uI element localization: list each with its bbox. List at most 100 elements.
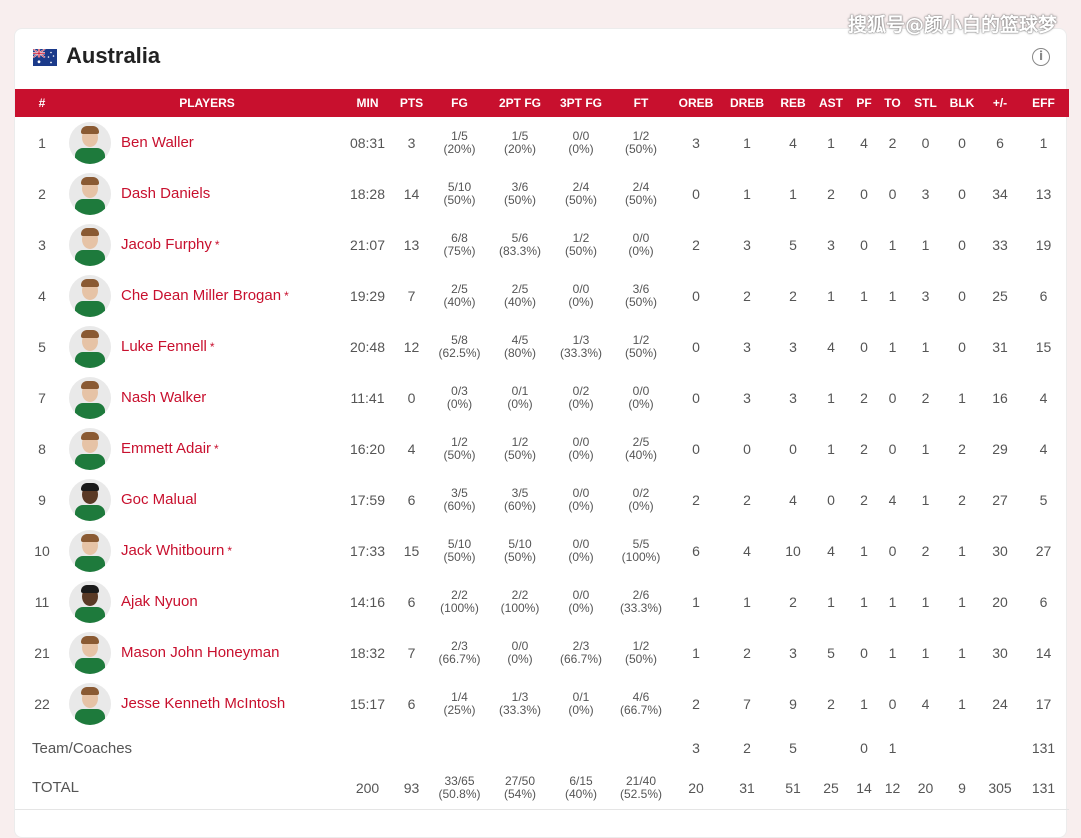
points-cell: 12 <box>403 338 420 355</box>
stl-cell <box>909 729 942 767</box>
blk-cell: 0 <box>958 134 966 151</box>
player-row[interactable]: 1 Ben Waller 08:31 3 1/5 (20%) 1/5 (20%) 0/0 (0%)… <box>15 117 1069 168</box>
player-info: Ben Waller <box>69 121 345 164</box>
player-row[interactable]: 22 Jesse Kenneth McIntosh 15:17 6 1/4 (25%) 1/… <box>15 678 1069 729</box>
player-cell: Luke Fennell * <box>69 321 345 372</box>
info-icon[interactable]: i <box>1032 48 1050 66</box>
jersey-number: 3 <box>38 236 46 253</box>
player-name-link[interactable]: Mason John Honeyman <box>121 644 279 661</box>
player-avatar[interactable] <box>69 427 111 470</box>
pf-cell: 2 <box>860 491 868 508</box>
oreb-cell: 0 <box>692 287 700 304</box>
fg3-cell-percent: (66.7%) <box>559 651 603 666</box>
fg-cell-percent: (62.5%) <box>438 345 481 360</box>
fg-cell: 0/3 (0%) <box>433 372 486 423</box>
pm-cell: 29 <box>992 440 1008 457</box>
jersey-number: 21 <box>34 644 50 661</box>
column-header: EFF <box>1032 96 1055 110</box>
ast-cell: 4 <box>827 542 835 559</box>
pf-cell: 4 <box>860 134 868 151</box>
player-row[interactable]: 11 Ajak Nyuon 14:16 6 2/2 (100%) 2/2 (100%) 0/0(… <box>15 576 1069 627</box>
player-row[interactable]: 5 Luke Fennell * 20:48 12 5/8 (62.5%) 4/5 (80%) 1… <box>15 321 1069 372</box>
player-avatar[interactable] <box>69 376 111 419</box>
fg2-cell: 3/5 (60%) <box>486 474 554 525</box>
player-avatar[interactable] <box>69 274 111 317</box>
player-avatar[interactable] <box>69 682 111 725</box>
reb-cell: 5 <box>789 236 797 253</box>
fg-cell-made: 6/8 <box>451 230 468 245</box>
player-avatar[interactable] <box>69 121 111 164</box>
pf-cell: 0 <box>860 185 868 202</box>
blk-cell: 1 <box>958 542 966 559</box>
fg-cell-percent: (50%) <box>443 192 476 207</box>
fg-cell-made: 3/5 <box>451 485 468 500</box>
player-name-link[interactable]: Jacob Furphy <box>121 236 212 253</box>
player-avatar[interactable] <box>69 325 111 368</box>
to-cell: 4 <box>888 491 897 508</box>
player-row[interactable]: 9 Goc Malual 17:59 6 3/5 (60%) 3/5 (60%) 0/0 (0%)… <box>15 474 1069 525</box>
empty-cell <box>608 729 674 767</box>
pf-cell: 1 <box>860 542 868 559</box>
fg-cell-made: 2/2 <box>451 587 468 602</box>
fg2-cell: 3/6 (50%) <box>486 168 554 219</box>
player-avatar[interactable] <box>69 172 111 215</box>
player-row[interactable]: 2 Dash Daniels 18:28 14 5/10 (50%) 3/6 (50%) 2/4… <box>15 168 1069 219</box>
to-cell: 0 <box>888 389 897 406</box>
fg3-cell-percent: (0%) <box>568 702 594 717</box>
ast-cell: 1 <box>827 440 835 457</box>
column-header: PLAYERS <box>179 96 235 110</box>
player-avatar[interactable] <box>69 529 111 572</box>
column-header: 3PT FG <box>559 96 602 110</box>
player-avatar[interactable] <box>69 631 111 674</box>
eff-cell: 6 <box>1039 287 1048 304</box>
dreb-cell: 31 <box>739 779 755 796</box>
fg3-cell-made: 0/2 <box>572 383 590 398</box>
player-avatar[interactable] <box>69 580 111 623</box>
jersey-number: 4 <box>38 287 46 304</box>
fg2-cell: 0/0 (0%) <box>486 627 554 678</box>
player-avatar[interactable] <box>69 223 111 266</box>
player-info: Goc Malual <box>69 478 345 521</box>
player-name-link[interactable]: Goc Malual <box>121 491 197 508</box>
fg3-cell-percent: (0%) <box>568 141 594 156</box>
player-name-link[interactable]: Luke Fennell <box>121 338 207 355</box>
fg3-cell-made: 0/0 <box>572 536 590 551</box>
jersey-number: 22 <box>34 695 50 712</box>
eff-cell: 15 <box>1035 338 1052 355</box>
player-name-link[interactable]: Jack Whitbourn <box>121 542 224 559</box>
player-row[interactable]: 7 Nash Walker 11:41 0 0/3 (0%) 0/1 (0%) 0/2 (0%) 0… <box>15 372 1069 423</box>
eff-cell: 17 <box>1035 695 1052 712</box>
fg2-cell-made: 1/3 <box>511 689 529 704</box>
points-cell: 6 <box>407 491 416 508</box>
player-row[interactable]: 21 Mason John Honeyman 18:32 7 2/3 (66.7%) 0/0… <box>15 627 1069 678</box>
avatar-hair <box>81 278 99 287</box>
fg3-cell: 0/2 (0%) <box>554 372 608 423</box>
player-name-link[interactable]: Emmett Adair <box>121 440 211 457</box>
fg2-cell-made: 0/1 <box>511 383 529 398</box>
pm-cell: 24 <box>992 695 1008 712</box>
player-name-link[interactable]: Jesse Kenneth McIntosh <box>121 695 285 712</box>
ft-cell-made: 2/4 <box>632 179 650 194</box>
oreb-cell: 2 <box>692 491 700 508</box>
avatar-jersey <box>75 708 105 725</box>
player-row[interactable]: 3 Jacob Furphy * 21:07 13 6/8 (75%) 5/6 (83.3%) 1… <box>15 219 1069 270</box>
table-header-row: # PLAYERS MIN PTS FG 2PT FG 3PT FG FT OREB DREB RE… <box>15 89 1069 117</box>
fg3-cell: 0/0 (0%) <box>554 270 608 321</box>
fg2-cell-percent: (54%) <box>503 786 536 801</box>
player-avatar[interactable] <box>69 478 111 521</box>
fg3-cell-percent: (0%) <box>568 549 594 564</box>
ft-cell-made: 0/0 <box>632 383 650 398</box>
player-row[interactable]: 10 Jack Whitbourn * 17:33 15 5/10 (50%) 5/10 (50… <box>15 525 1069 576</box>
player-row[interactable]: 8 Emmett Adair * 16:20 4 1/2 (50%) 1/2 (50%) 0/0(… <box>15 423 1069 474</box>
empty-cell <box>554 729 608 767</box>
fg-cell-made: 5/10 <box>447 536 472 551</box>
eff-cell: 19 <box>1035 236 1052 253</box>
player-row[interactable]: 4 Che Dean Miller Brogan * 19:29 7 2/5 (40%) 2/… <box>15 270 1069 321</box>
player-name-link[interactable]: Ben Waller <box>121 134 194 151</box>
avatar-jersey <box>75 606 105 623</box>
player-name-link[interactable]: Dash Daniels <box>121 185 210 202</box>
player-name-link[interactable]: Ajak Nyuon <box>121 593 198 610</box>
player-name-link[interactable]: Nash Walker <box>121 389 206 406</box>
player-name-link[interactable]: Che Dean Miller Brogan <box>121 287 281 304</box>
fg3-cell: 0/0 (0%) <box>554 117 608 168</box>
